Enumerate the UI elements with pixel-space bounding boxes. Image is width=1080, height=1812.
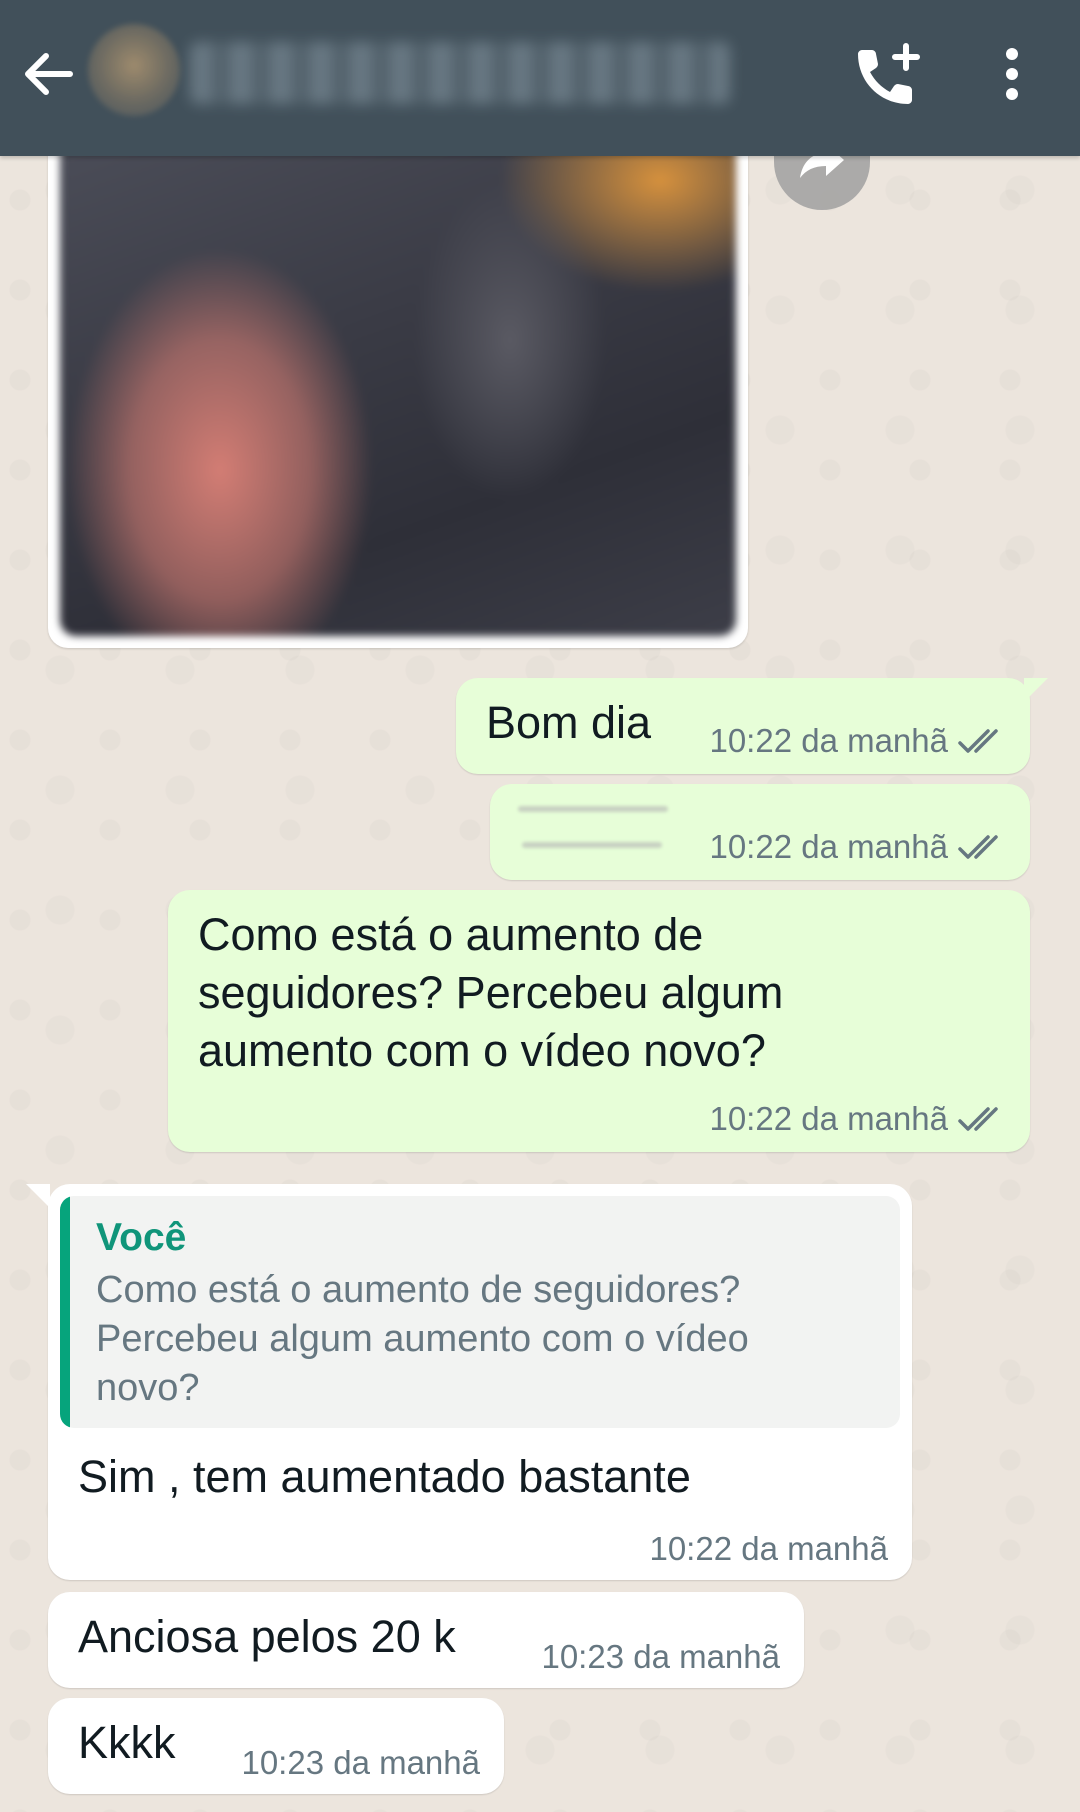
more-options-button[interactable] [990, 40, 1034, 112]
message-text: Sim , tem aumentado bastante [78, 1451, 691, 1502]
message-text: Anciosa pelos 20 k [78, 1611, 456, 1662]
redacted-text [518, 806, 668, 812]
message-time: 10:22 da manhã [649, 1530, 888, 1567]
double-check-icon [958, 835, 998, 859]
message-time: 10:22 da manhã [709, 1100, 948, 1137]
more-vertical-icon [1006, 48, 1018, 100]
arrow-left-icon [25, 53, 73, 95]
phone-plus-icon [858, 43, 920, 104]
contact-name-redacted[interactable] [190, 42, 730, 104]
image-message[interactable] [48, 120, 748, 648]
chat-header [0, 0, 1080, 156]
message-bubble-incoming[interactable]: Anciosa pelos 20 k 10:23 da manhã [48, 1592, 804, 1688]
message-bubble-outgoing[interactable]: Como está o aumento de seguidores? Perce… [168, 890, 1030, 1152]
blurred-image[interactable] [60, 140, 736, 636]
message-text: Como está o aumento de seguidores? Perce… [198, 909, 784, 1076]
quote-author: Você [96, 1216, 187, 1259]
image-timestamp-redacted [688, 582, 696, 614]
quote-accent-bar [60, 1196, 70, 1428]
message-time: 10:22 da manhã [709, 722, 948, 759]
message-time: 10:23 da manhã [241, 1744, 480, 1781]
bubble-tail [26, 1184, 50, 1208]
message-time: 10:22 da manhã [709, 828, 948, 865]
double-check-icon [958, 729, 998, 753]
contact-avatar[interactable] [88, 24, 180, 116]
bubble-tail [1024, 678, 1048, 702]
message-text: Bom dia [486, 697, 652, 748]
message-bubble-incoming[interactable]: Kkkk 10:23 da manhã [48, 1698, 504, 1794]
quote-text: Como está o aumento de seguidores? Perce… [96, 1269, 749, 1409]
message-bubble-outgoing-redacted[interactable]: 10:22 da manhã [490, 784, 1030, 880]
double-check-icon [958, 1107, 998, 1131]
message-time: 10:23 da manhã [541, 1638, 780, 1675]
message-bubble-outgoing[interactable]: Bom dia 10:22 da manhã [456, 678, 1048, 774]
add-call-button[interactable] [850, 40, 930, 112]
message-bubble-incoming-reply[interactable]: Você Como está o aumento de seguidores? … [26, 1184, 912, 1580]
message-text: Kkkk [78, 1717, 176, 1768]
redacted-text [522, 842, 662, 848]
back-button[interactable] [20, 44, 80, 104]
quoted-message[interactable]: Você Como está o aumento de seguidores? … [60, 1196, 900, 1428]
